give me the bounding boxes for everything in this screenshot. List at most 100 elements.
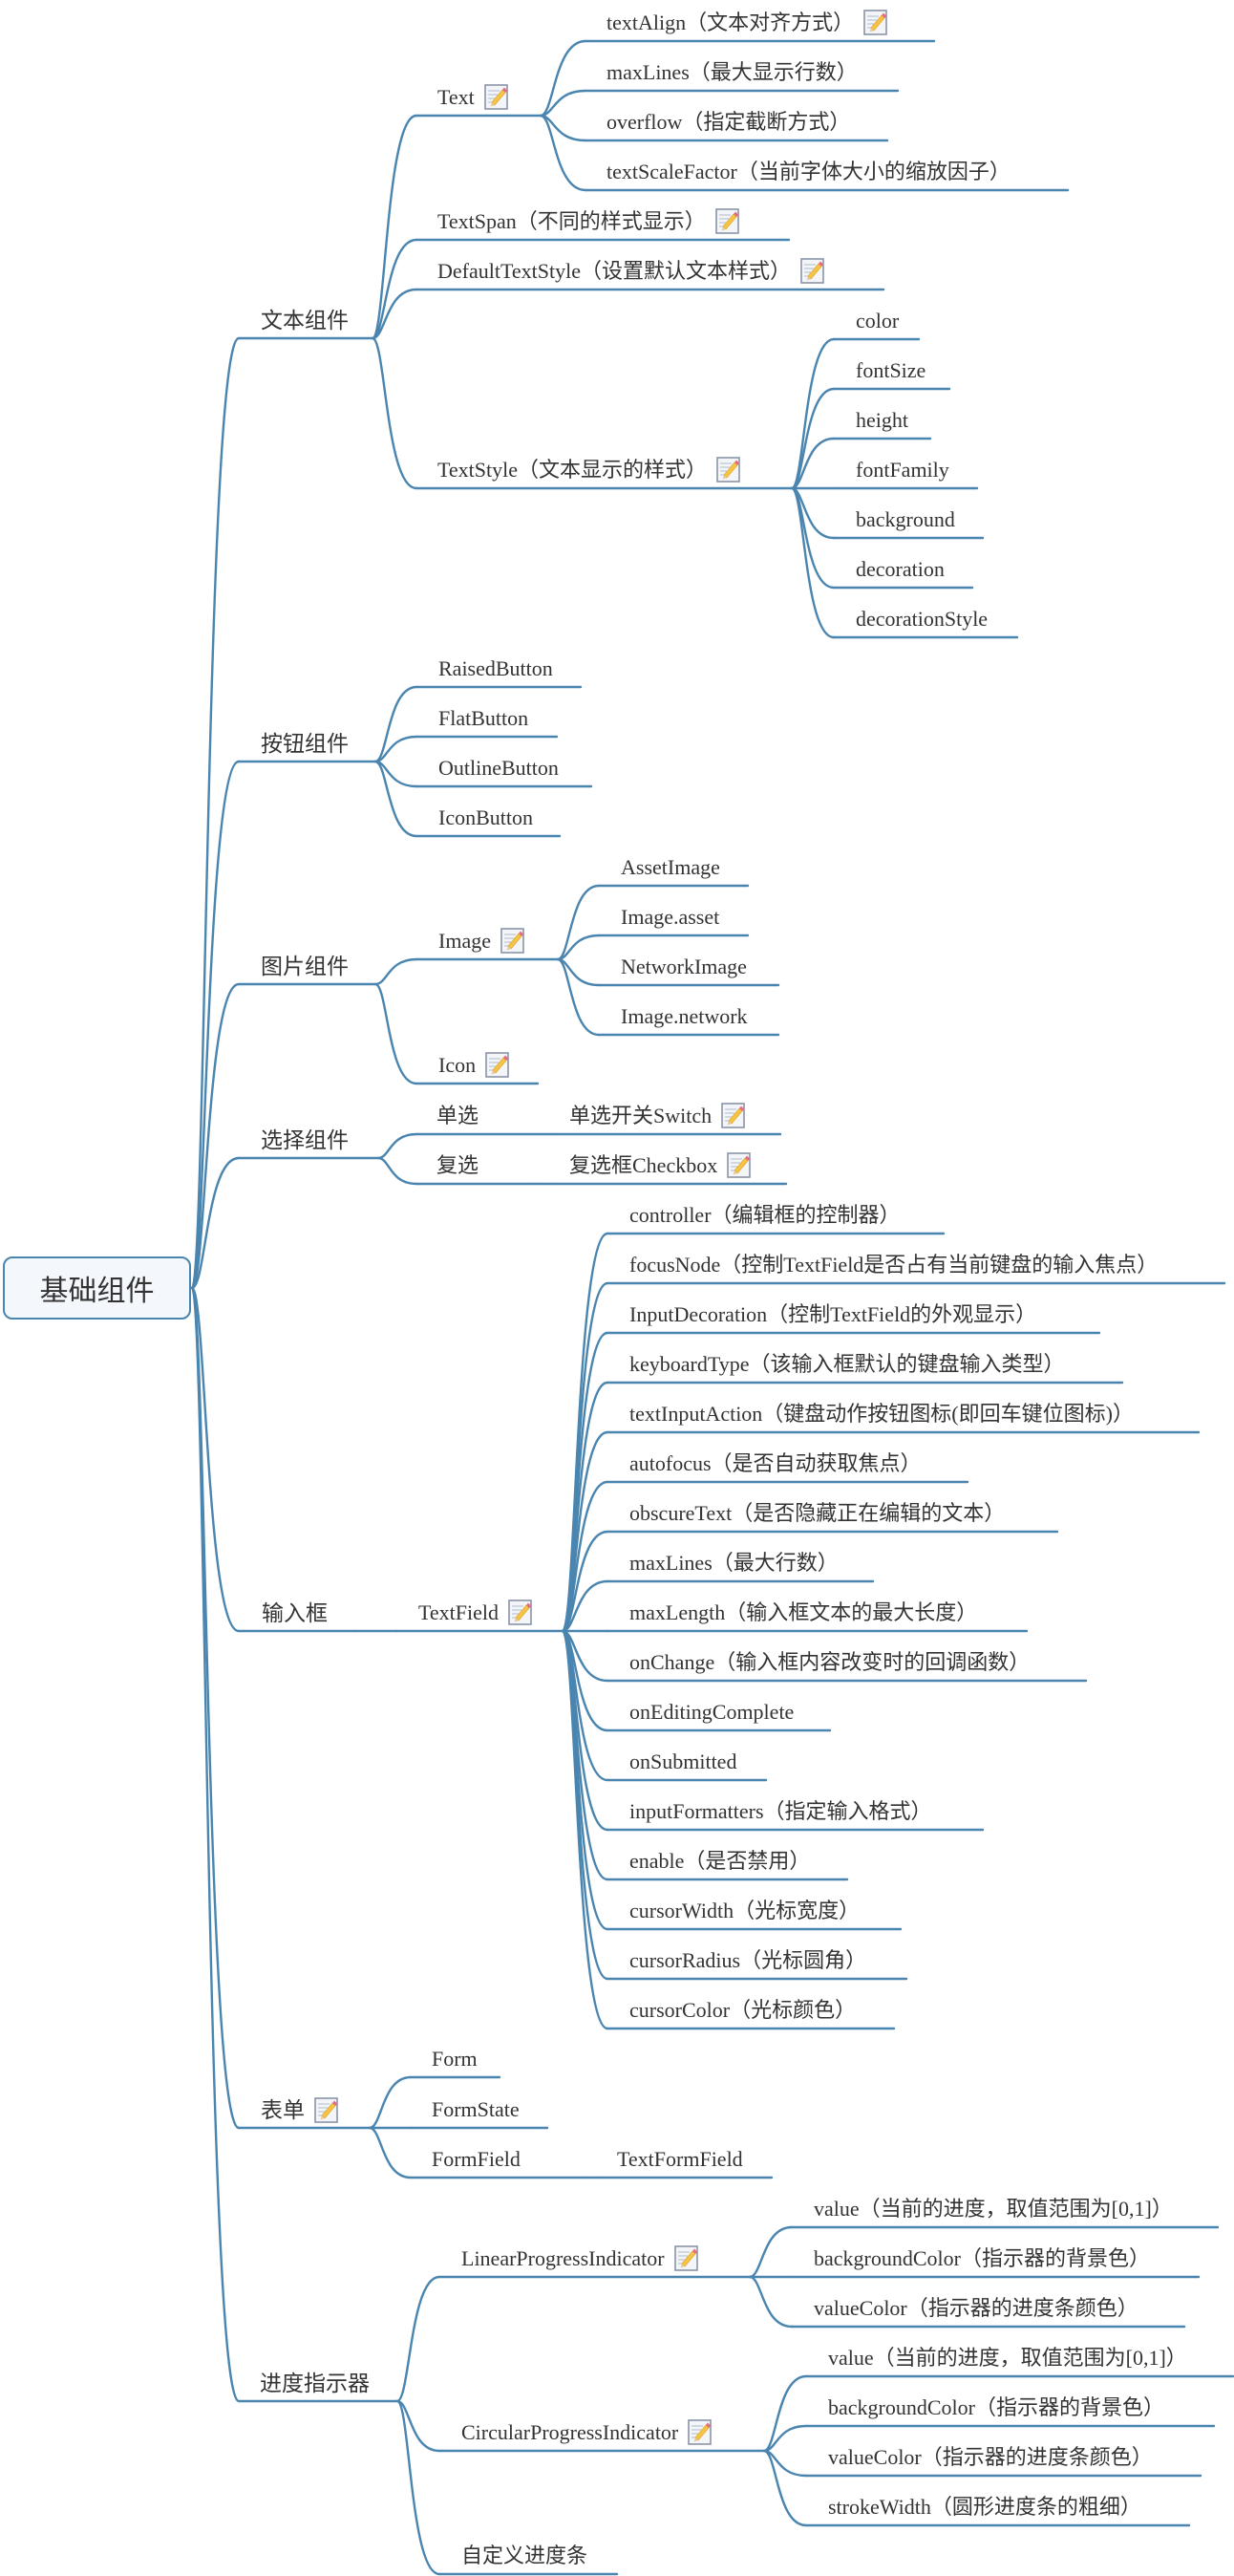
topic-text[interactable]: Text bbox=[437, 84, 508, 111]
topic-circular-value-color[interactable]: valueColor（指示器的进度条颜色） bbox=[828, 2444, 1153, 2471]
topic-decoration-style[interactable]: decorationStyle bbox=[856, 606, 988, 633]
topic-form[interactable]: 表单 bbox=[261, 2096, 338, 2123]
topic-label: InputDecoration（控制TextField的外观显示） bbox=[629, 1302, 1037, 1326]
topic-input-decoration[interactable]: InputDecoration（控制TextField的外观显示） bbox=[629, 1301, 1036, 1328]
branch-connector bbox=[748, 2225, 794, 2279]
note-icon[interactable] bbox=[314, 2097, 338, 2123]
topic-label: maxLines（最大显示行数） bbox=[606, 60, 858, 84]
topic-selection-widgets[interactable]: 选择组件 bbox=[261, 1127, 349, 1153]
topic-circular-progress-indicator[interactable]: CircularProgressIndicator bbox=[461, 2419, 712, 2446]
note-icon[interactable] bbox=[716, 457, 740, 483]
topic-text-span[interactable]: TextSpan（不同的样式显示） bbox=[437, 208, 739, 235]
topic-image-widgets[interactable]: 图片组件 bbox=[261, 953, 349, 979]
topic-label: DefaultTextStyle（设置默认文本样式） bbox=[437, 259, 791, 283]
topic-max-lines[interactable]: maxLines（最大显示行数） bbox=[606, 59, 858, 86]
topic-single-select[interactable]: 单选 bbox=[436, 1103, 479, 1129]
topic-text-form-field[interactable]: TextFormField bbox=[617, 2146, 743, 2173]
topic-overflow[interactable]: overflow（指定截断方式） bbox=[606, 109, 850, 136]
topic-linear-value-color[interactable]: valueColor（指示器的进度条颜色） bbox=[814, 2295, 1138, 2322]
note-icon[interactable] bbox=[863, 10, 887, 35]
topic-text-scale-factor[interactable]: textScaleFactor（当前字体大小的缩放因子） bbox=[606, 159, 1011, 185]
topic-label: autofocus（是否自动获取焦点） bbox=[629, 1451, 922, 1475]
topic-label: inputFormatters（指定输入格式） bbox=[629, 1799, 932, 1823]
note-icon[interactable] bbox=[688, 2419, 712, 2445]
note-icon[interactable] bbox=[721, 1103, 745, 1128]
topic-image[interactable]: Image bbox=[438, 928, 524, 955]
note-icon[interactable] bbox=[508, 1599, 532, 1625]
topic-obscure-text[interactable]: obscureText（是否隐藏正在编辑的文本） bbox=[629, 1500, 1005, 1527]
topic-network-image[interactable]: NetworkImage bbox=[621, 954, 747, 980]
note-icon[interactable] bbox=[800, 258, 824, 284]
topic-form-widget[interactable]: Form bbox=[432, 2046, 478, 2072]
note-icon[interactable] bbox=[500, 928, 524, 954]
topic-controller[interactable]: controller（编辑框的控制器） bbox=[629, 1202, 901, 1229]
topic-label: OutlineButton bbox=[438, 756, 559, 780]
topic-text-align[interactable]: textAlign（文本对齐方式） bbox=[606, 10, 887, 36]
topic-focus-node[interactable]: focusNode（控制TextField是否占有当前键盘的输入焦点） bbox=[629, 1252, 1158, 1278]
topic-decoration[interactable]: decoration bbox=[856, 556, 945, 583]
topic-button-widgets[interactable]: 按钮组件 bbox=[261, 730, 349, 757]
topic-input-box[interactable]: 输入框 bbox=[262, 1599, 328, 1626]
topic-on-change[interactable]: onChange（输入框内容改变时的回调函数） bbox=[629, 1649, 1030, 1676]
topic-raised-button[interactable]: RaisedButton bbox=[438, 655, 553, 682]
topic-autofocus[interactable]: autofocus（是否自动获取焦点） bbox=[629, 1450, 922, 1477]
branch-connector bbox=[371, 238, 418, 340]
topic-label: 按钮组件 bbox=[261, 731, 349, 756]
topic-custom-progress-bar[interactable]: 自定义进度条 bbox=[461, 2543, 587, 2569]
note-icon[interactable] bbox=[485, 1052, 509, 1078]
topic-text-input-action[interactable]: textInputAction（键盘动作按钮图标(即回车键位图标)） bbox=[629, 1401, 1134, 1428]
branch-connector bbox=[376, 1156, 418, 1186]
topic-label: decoration bbox=[856, 557, 945, 581]
root-topic[interactable]: 基础组件 bbox=[3, 1256, 191, 1320]
topic-label: 复选 bbox=[436, 1153, 479, 1177]
topic-text-style[interactable]: TextStyle（文本显示的样式） bbox=[437, 457, 740, 483]
topic-progress-indicators[interactable]: 进度指示器 bbox=[260, 2370, 370, 2396]
topic-linear-background-color[interactable]: backgroundColor（指示器的背景色） bbox=[814, 2245, 1150, 2272]
topic-enable[interactable]: enable（是否禁用） bbox=[629, 1848, 810, 1875]
topic-icon[interactable]: Icon bbox=[438, 1052, 509, 1079]
note-icon[interactable] bbox=[674, 2245, 698, 2271]
topic-background[interactable]: background bbox=[856, 506, 955, 533]
topic-label: value（当前的进度，取值范围为[0,1]） bbox=[828, 2346, 1187, 2370]
note-icon[interactable] bbox=[484, 84, 508, 110]
topic-max-length[interactable]: maxLength（输入框文本的最大长度） bbox=[629, 1599, 977, 1626]
topic-linear-progress-indicator[interactable]: LinearProgressIndicator bbox=[461, 2245, 698, 2272]
topic-form-field[interactable]: FormField bbox=[432, 2146, 521, 2173]
topic-label: 自定义进度条 bbox=[461, 2544, 588, 2567]
topic-form-state[interactable]: FormState bbox=[432, 2096, 520, 2123]
topic-multi-select[interactable]: 复选 bbox=[436, 1152, 479, 1179]
topic-circular-value[interactable]: value（当前的进度，取值范围为[0,1]） bbox=[828, 2345, 1187, 2372]
topic-text-field[interactable]: TextField bbox=[418, 1599, 532, 1626]
topic-label: focusNode（控制TextField是否占有当前键盘的输入焦点） bbox=[629, 1253, 1159, 1277]
topic-switch[interactable]: 单选开关Switch bbox=[569, 1103, 745, 1129]
topic-on-editing-complete[interactable]: onEditingComplete bbox=[629, 1699, 794, 1726]
topic-keyboard-type[interactable]: keyboardType（该输入框默认的键盘输入类型） bbox=[629, 1351, 1065, 1378]
topic-cursor-radius[interactable]: cursorRadius（光标圆角） bbox=[629, 1947, 866, 1974]
topic-font-family[interactable]: fontFamily bbox=[856, 457, 949, 483]
note-icon[interactable] bbox=[727, 1152, 751, 1178]
topic-font-size[interactable]: fontSize bbox=[856, 357, 926, 384]
topic-circular-background-color[interactable]: backgroundColor（指示器的背景色） bbox=[828, 2394, 1164, 2421]
topic-cursor-color[interactable]: cursorColor（光标颜色） bbox=[629, 1997, 856, 2024]
topic-icon-button[interactable]: IconButton bbox=[438, 805, 533, 831]
topic-default-text-style[interactable]: DefaultTextStyle（设置默认文本样式） bbox=[437, 258, 824, 285]
topic-color[interactable]: color bbox=[856, 308, 899, 334]
topic-outline-button[interactable]: OutlineButton bbox=[438, 755, 559, 782]
topic-label: textScaleFactor（当前字体大小的缩放因子） bbox=[606, 160, 1011, 183]
topic-text-widgets[interactable]: 文本组件 bbox=[261, 307, 349, 333]
topic-height[interactable]: height bbox=[856, 407, 908, 434]
topic-input-formatters[interactable]: inputFormatters（指定输入格式） bbox=[629, 1798, 932, 1825]
topic-cursor-width[interactable]: cursorWidth（光标宽度） bbox=[629, 1898, 860, 1924]
topic-image-network[interactable]: Image.network bbox=[621, 1003, 748, 1030]
topic-label: color bbox=[856, 309, 900, 333]
note-icon[interactable] bbox=[715, 208, 739, 234]
topic-label: 单选 bbox=[436, 1104, 479, 1127]
topic-asset-image[interactable]: AssetImage bbox=[621, 854, 720, 881]
topic-image-asset[interactable]: Image.asset bbox=[621, 904, 719, 931]
topic-linear-value[interactable]: value（当前的进度，取值范围为[0,1]） bbox=[814, 2196, 1173, 2222]
topic-checkbox[interactable]: 复选框Checkbox bbox=[569, 1152, 751, 1179]
topic-circular-stroke-width[interactable]: strokeWidth（圆形进度条的粗细） bbox=[828, 2494, 1141, 2521]
topic-max-lines-field[interactable]: maxLines（最大行数） bbox=[629, 1550, 839, 1577]
topic-flat-button[interactable]: FlatButton bbox=[438, 705, 528, 732]
topic-on-submitted[interactable]: onSubmitted bbox=[629, 1749, 736, 1775]
